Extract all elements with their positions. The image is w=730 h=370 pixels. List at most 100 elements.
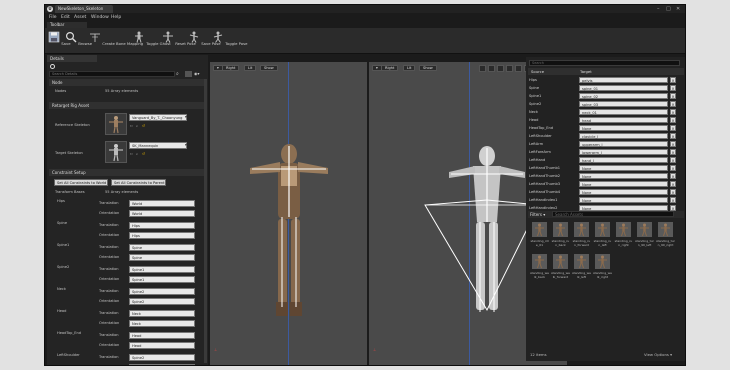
set-all-world-button[interactable]: Set All Constraints to World [54,179,108,186]
target-bone-dropdown[interactable]: None [579,125,668,131]
translation-dropdown[interactable]: Neck [129,310,195,317]
animation-asset-tile[interactable]: standing_walk_back [530,253,549,279]
document-tab[interactable]: NewSkeleton_Skeleton [55,5,113,13]
target-reset-icon[interactable]: ↺ [142,152,145,156]
target-bone-dropdown[interactable]: spine_01 [579,85,668,91]
animation-asset-tile[interactable]: standing_run_right [614,221,633,247]
orientation-dropdown[interactable]: Neck [129,320,195,327]
target-bone-dropdown[interactable]: None [579,173,668,179]
orientation-dropdown[interactable]: Head [129,342,195,349]
property-matrix-icon[interactable] [185,71,192,77]
clear-mapping-icon[interactable]: × [670,197,676,203]
clear-mapping-icon[interactable]: × [670,117,676,123]
menu-window[interactable]: Window [91,15,109,20]
browse-button[interactable]: Browse [65,31,92,46]
viewport-source[interactable]: ▾ Right Lit Show ⊥ [210,62,367,365]
view-options-eye-icon[interactable]: ◉▾ [194,71,203,77]
target-bone-dropdown[interactable]: head [579,117,668,123]
target-bone-dropdown[interactable]: None [579,189,668,195]
set-all-parent-button[interactable]: Set All Constraints to Parent [111,179,166,186]
orientation-dropdown[interactable]: Spine1 [129,276,195,283]
translation-dropdown[interactable]: Spine2 [129,354,195,361]
reference-reset-icon[interactable]: ↺ [142,124,145,128]
pin-icon[interactable] [50,64,55,69]
reference-skeleton-thumbnail[interactable] [105,113,127,135]
clear-mapping-icon[interactable]: × [670,85,676,91]
minimize-button[interactable]: – [657,6,660,12]
target-bone-dropdown[interactable]: lowerarm_l [579,149,668,155]
animation-asset-tile[interactable]: standing_run_back [551,221,570,247]
toggle-pose-button[interactable]: Toggle Pose [212,31,247,46]
orientation-dropdown[interactable]: World [129,210,195,217]
details-scrollbar[interactable] [204,79,207,363]
target-skeleton-thumbnail[interactable] [105,141,127,163]
clear-mapping-icon[interactable]: × [670,133,676,139]
clear-mapping-icon[interactable]: × [670,141,676,147]
target-bone-dropdown[interactable]: None [579,165,668,171]
reset-pose-button[interactable]: Reset Pose [162,31,196,46]
menu-edit[interactable]: Edit [61,15,70,20]
translation-dropdown[interactable]: Spine1 [129,266,195,273]
mapping-search-input[interactable]: Search [529,60,680,66]
orientation-dropdown[interactable]: Spine [129,254,195,261]
clear-mapping-icon[interactable]: × [670,109,676,115]
reference-browse-icon[interactable]: ⌕ [136,124,138,128]
details-search-input[interactable]: Search Details [49,71,175,77]
target-bone-dropdown[interactable]: spine_02 [579,93,668,99]
clear-mapping-icon[interactable]: × [670,181,676,187]
orientation-dropdown[interactable] [129,364,195,365]
clear-mapping-icon[interactable]: × [670,77,676,83]
target-bone-dropdown[interactable]: neck_01 [579,109,668,115]
constraint-section-header[interactable]: Constraint Setup [49,169,204,176]
clear-mapping-icon[interactable]: × [670,189,676,195]
target-use-icon[interactable]: ⇦ [130,152,133,156]
orientation-dropdown[interactable]: Spine2 [129,298,195,305]
clear-mapping-icon[interactable]: × [670,93,676,99]
save-button[interactable]: Save [48,31,71,46]
clear-mapping-icon[interactable]: × [670,149,676,155]
view-options-button[interactable]: View Options ▾ [644,352,672,357]
animation-asset-tile[interactable]: standing_walk_right [593,253,612,279]
animation-asset-tile[interactable]: standing_run_forward [572,221,591,247]
animation-asset-tile[interactable]: standing_idle_01 [530,221,549,247]
target-bone-dropdown[interactable]: pelvis [579,77,668,83]
reference-use-icon[interactable]: ⇦ [130,124,133,128]
target-skeleton-dropdown[interactable]: SK_Mannequin [129,142,187,149]
translation-dropdown[interactable]: World [129,200,195,207]
close-button[interactable]: ✕ [676,6,680,12]
target-browse-icon[interactable]: ⌕ [136,152,138,156]
menu-file[interactable]: File [49,15,57,20]
clear-mapping-icon[interactable]: × [670,125,676,131]
clear-mapping-icon[interactable]: × [670,165,676,171]
animation-asset-tile[interactable]: standing_walk_forward [551,253,570,279]
menu-asset[interactable]: Asset [74,15,86,20]
target-bone-dropdown[interactable]: None [579,197,668,203]
retarget-section-header[interactable]: Retarget Rig Asset [49,102,204,109]
animation-asset-tile[interactable]: standing_turn_90_left [635,221,654,247]
asset-search-input[interactable]: Search Assets [552,211,674,217]
orientation-dropdown[interactable]: Hips [129,232,195,239]
maximize-button[interactable]: □ [666,6,671,12]
animation-asset-tile[interactable]: standing_run_left [593,221,612,247]
translation-dropdown[interactable]: Spine2 [129,288,195,295]
clear-mapping-icon[interactable]: × [670,173,676,179]
clear-mapping-icon[interactable]: × [670,157,676,163]
animation-asset-tile[interactable]: standing_turn_90_right [656,221,675,247]
create-bone-mapping-button[interactable]: Create Bone Mapping [89,31,143,46]
toggle-ghost-button[interactable]: Toggle Ghost [133,31,171,46]
translation-dropdown[interactable]: Head [129,332,195,339]
menu-help[interactable]: Help [111,15,121,20]
clear-mapping-icon[interactable]: × [670,101,676,107]
filters-button[interactable]: Filters ▾ [530,212,545,217]
animation-asset-tile[interactable]: standing_walk_left [572,253,591,279]
target-bone-dropdown[interactable]: clavicle_l [579,133,668,139]
save-pose-button[interactable]: Save Pose [188,31,221,46]
target-bone-dropdown[interactable]: hand_l [579,157,668,163]
translation-dropdown[interactable]: Spine [129,244,195,251]
target-bone-dropdown[interactable]: spine_03 [579,101,668,107]
translation-dropdown[interactable]: Hips [129,222,195,229]
node-section-header[interactable]: Node [49,79,204,86]
reference-skeleton-dropdown[interactable]: Vanguard_By_T._Choonyung [129,114,187,121]
details-tab[interactable]: Details [47,55,97,62]
target-bone-dropdown[interactable]: None [579,181,668,187]
